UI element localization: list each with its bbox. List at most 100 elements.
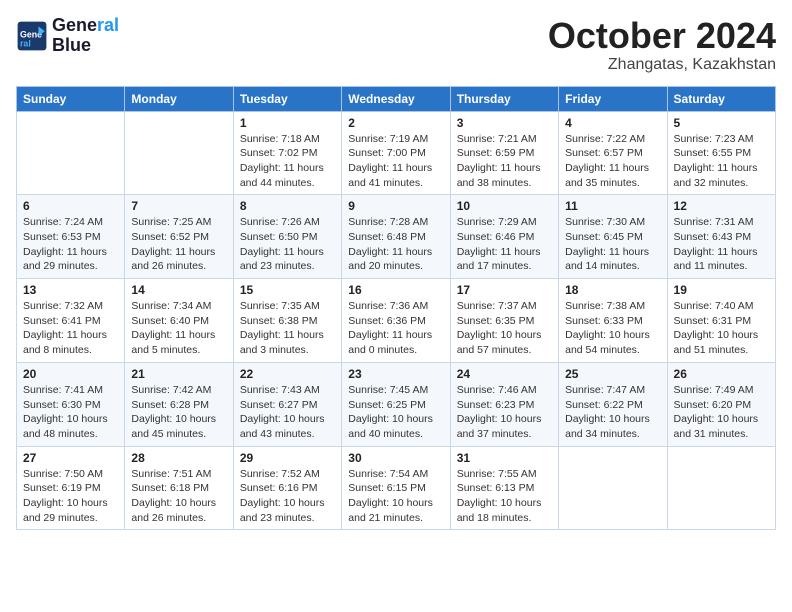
day-cell: 17Sunrise: 7:37 AM Sunset: 6:35 PM Dayli… (450, 279, 558, 363)
day-number: 17 (457, 283, 552, 297)
day-number: 10 (457, 199, 552, 213)
week-row-4: 20Sunrise: 7:41 AM Sunset: 6:30 PM Dayli… (17, 362, 776, 446)
day-number: 14 (131, 283, 226, 297)
day-cell: 24 Sunrise: 7:46 AM Sunset: 6:23 PM Dayli… (450, 362, 558, 446)
day-number: 11 (565, 199, 660, 213)
day-info: Sunrise: 7:40 AM Sunset: 6:31 PM Dayligh… (674, 299, 769, 358)
day-cell: 13Sunrise: 7:32 AM Sunset: 6:41 PM Dayli… (17, 279, 125, 363)
day-cell: 20Sunrise: 7:41 AM Sunset: 6:30 PM Dayli… (17, 362, 125, 446)
page-header: Gene ral GeneralBlue October 2024 Zhanga… (16, 16, 776, 74)
day-number: 9 (348, 199, 443, 213)
calendar-table: SundayMondayTuesdayWednesdayThursdayFrid… (16, 86, 776, 531)
day-number: 26 (674, 367, 769, 381)
day-number: 13 (23, 283, 118, 297)
column-header-sunday: Sunday (17, 86, 125, 111)
day-info: Sunrise: 7:28 AM Sunset: 6:48 PM Dayligh… (348, 215, 443, 274)
day-cell (125, 111, 233, 195)
day-cell: 14Sunrise: 7:34 AM Sunset: 6:40 PM Dayli… (125, 279, 233, 363)
day-cell: 8 Sunrise: 7:26 AM Sunset: 6:50 PM Daylig… (233, 195, 341, 279)
day-cell: 31 Sunrise: 7:55 AM Sunset: 6:13 PM Dayli… (450, 446, 558, 530)
day-number: 5 (674, 116, 769, 130)
day-cell (667, 446, 775, 530)
day-number: 30 (348, 451, 443, 465)
day-info: Sunrise: 7:21 AM Sunset: 6:59 PM Dayligh… (457, 132, 552, 191)
day-info: Sunrise: 7:23 AM Sunset: 6:55 PM Dayligh… (674, 132, 769, 191)
column-header-wednesday: Wednesday (342, 86, 450, 111)
day-info: Sunrise: 7:43 AM Sunset: 6:27 PM Dayligh… (240, 383, 335, 442)
day-info: Sunrise: 7:18 AM Sunset: 7:02 PM Dayligh… (240, 132, 335, 191)
day-cell: 25Sunrise: 7:47 AM Sunset: 6:22 PM Dayli… (559, 362, 667, 446)
day-cell: 30 Sunrise: 7:54 AM Sunset: 6:15 PM Dayli… (342, 446, 450, 530)
day-info: Sunrise: 7:42 AM Sunset: 6:28 PM Dayligh… (131, 383, 226, 442)
day-cell: 21 Sunrise: 7:42 AM Sunset: 6:28 PM Dayli… (125, 362, 233, 446)
day-cell: 28 Sunrise: 7:51 AM Sunset: 6:18 PM Dayli… (125, 446, 233, 530)
calendar-header: SundayMondayTuesdayWednesdayThursdayFrid… (17, 86, 776, 111)
day-info: Sunrise: 7:35 AM Sunset: 6:38 PM Dayligh… (240, 299, 335, 358)
day-cell: 5 Sunrise: 7:23 AM Sunset: 6:55 PM Daylig… (667, 111, 775, 195)
day-number: 28 (131, 451, 226, 465)
day-number: 4 (565, 116, 660, 130)
title-block: October 2024 Zhangatas, Kazakhstan (548, 16, 776, 74)
column-header-friday: Friday (559, 86, 667, 111)
day-cell: 1 Sunrise: 7:18 AM Sunset: 7:02 PM Daylig… (233, 111, 341, 195)
day-info: Sunrise: 7:24 AM Sunset: 6:53 PM Dayligh… (23, 215, 118, 274)
day-number: 24 (457, 367, 552, 381)
day-number: 19 (674, 283, 769, 297)
header-row: SundayMondayTuesdayWednesdayThursdayFrid… (17, 86, 776, 111)
month-title: October 2024 (548, 16, 776, 56)
day-info: Sunrise: 7:50 AM Sunset: 6:19 PM Dayligh… (23, 467, 118, 526)
day-number: 23 (348, 367, 443, 381)
day-number: 29 (240, 451, 335, 465)
day-cell: 9 Sunrise: 7:28 AM Sunset: 6:48 PM Daylig… (342, 195, 450, 279)
logo: Gene ral GeneralBlue (16, 16, 119, 56)
day-info: Sunrise: 7:41 AM Sunset: 6:30 PM Dayligh… (23, 383, 118, 442)
day-number: 16 (348, 283, 443, 297)
location-label: Zhangatas, Kazakhstan (548, 56, 776, 74)
week-row-5: 27Sunrise: 7:50 AM Sunset: 6:19 PM Dayli… (17, 446, 776, 530)
day-number: 2 (348, 116, 443, 130)
day-info: Sunrise: 7:54 AM Sunset: 6:15 PM Dayligh… (348, 467, 443, 526)
day-cell: 6Sunrise: 7:24 AM Sunset: 6:53 PM Daylig… (17, 195, 125, 279)
day-cell: 22 Sunrise: 7:43 AM Sunset: 6:27 PM Dayli… (233, 362, 341, 446)
day-number: 22 (240, 367, 335, 381)
day-cell: 18Sunrise: 7:38 AM Sunset: 6:33 PM Dayli… (559, 279, 667, 363)
day-cell: 26 Sunrise: 7:49 AM Sunset: 6:20 PM Dayli… (667, 362, 775, 446)
week-row-3: 13Sunrise: 7:32 AM Sunset: 6:41 PM Dayli… (17, 279, 776, 363)
day-cell: 29 Sunrise: 7:52 AM Sunset: 6:16 PM Dayli… (233, 446, 341, 530)
day-info: Sunrise: 7:55 AM Sunset: 6:13 PM Dayligh… (457, 467, 552, 526)
column-header-saturday: Saturday (667, 86, 775, 111)
day-number: 1 (240, 116, 335, 130)
day-info: Sunrise: 7:38 AM Sunset: 6:33 PM Dayligh… (565, 299, 660, 358)
day-cell: 4 Sunrise: 7:22 AM Sunset: 6:57 PM Daylig… (559, 111, 667, 195)
day-number: 12 (674, 199, 769, 213)
calendar-body: 1 Sunrise: 7:18 AM Sunset: 7:02 PM Daylig… (17, 111, 776, 530)
day-number: 21 (131, 367, 226, 381)
day-info: Sunrise: 7:22 AM Sunset: 6:57 PM Dayligh… (565, 132, 660, 191)
day-cell: 12 Sunrise: 7:31 AM Sunset: 6:43 PM Dayli… (667, 195, 775, 279)
day-number: 7 (131, 199, 226, 213)
column-header-tuesday: Tuesday (233, 86, 341, 111)
day-info: Sunrise: 7:52 AM Sunset: 6:16 PM Dayligh… (240, 467, 335, 526)
svg-text:ral: ral (20, 38, 31, 48)
day-info: Sunrise: 7:31 AM Sunset: 6:43 PM Dayligh… (674, 215, 769, 274)
day-info: Sunrise: 7:19 AM Sunset: 7:00 PM Dayligh… (348, 132, 443, 191)
day-info: Sunrise: 7:46 AM Sunset: 6:23 PM Dayligh… (457, 383, 552, 442)
day-number: 8 (240, 199, 335, 213)
day-info: Sunrise: 7:26 AM Sunset: 6:50 PM Dayligh… (240, 215, 335, 274)
day-info: Sunrise: 7:51 AM Sunset: 6:18 PM Dayligh… (131, 467, 226, 526)
week-row-1: 1 Sunrise: 7:18 AM Sunset: 7:02 PM Daylig… (17, 111, 776, 195)
column-header-thursday: Thursday (450, 86, 558, 111)
day-info: Sunrise: 7:49 AM Sunset: 6:20 PM Dayligh… (674, 383, 769, 442)
day-cell (17, 111, 125, 195)
column-header-monday: Monday (125, 86, 233, 111)
day-cell: 15 Sunrise: 7:35 AM Sunset: 6:38 PM Dayli… (233, 279, 341, 363)
day-number: 15 (240, 283, 335, 297)
day-cell: 16Sunrise: 7:36 AM Sunset: 6:36 PM Dayli… (342, 279, 450, 363)
day-number: 31 (457, 451, 552, 465)
day-cell: 27Sunrise: 7:50 AM Sunset: 6:19 PM Dayli… (17, 446, 125, 530)
day-info: Sunrise: 7:30 AM Sunset: 6:45 PM Dayligh… (565, 215, 660, 274)
day-cell: 11 Sunrise: 7:30 AM Sunset: 6:45 PM Dayli… (559, 195, 667, 279)
day-info: Sunrise: 7:25 AM Sunset: 6:52 PM Dayligh… (131, 215, 226, 274)
day-info: Sunrise: 7:45 AM Sunset: 6:25 PM Dayligh… (348, 383, 443, 442)
day-number: 3 (457, 116, 552, 130)
